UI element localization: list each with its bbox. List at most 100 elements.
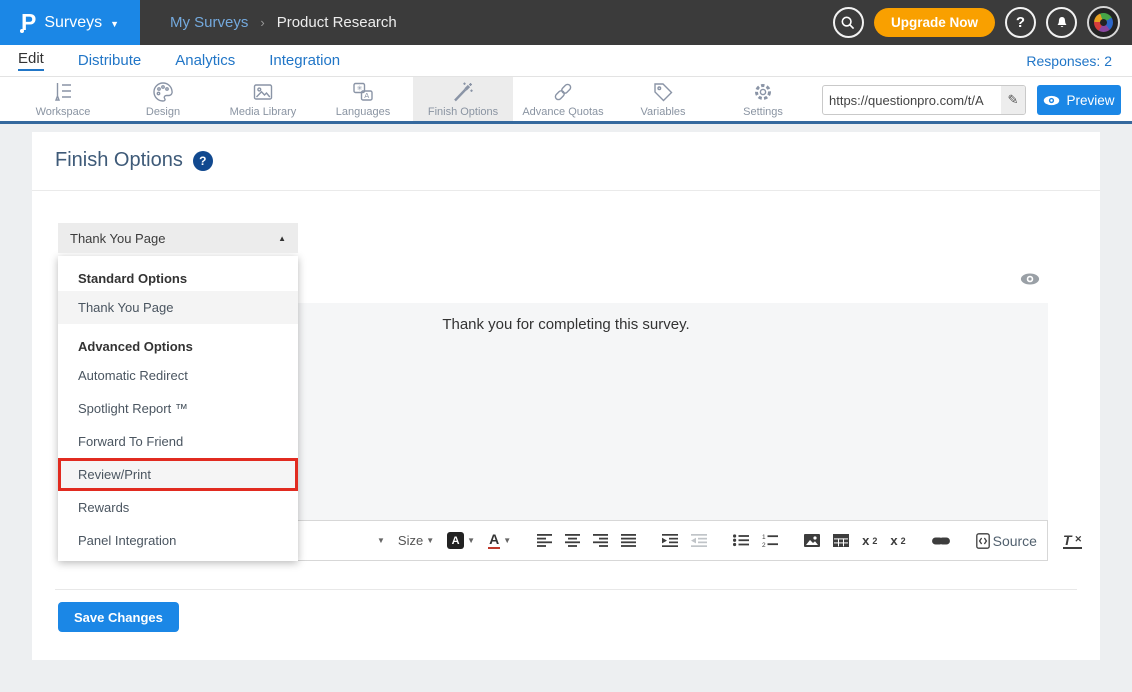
- tab-integration[interactable]: Integration: [269, 52, 340, 69]
- align-center-button[interactable]: [565, 534, 580, 547]
- ribbon-item-languages[interactable]: ✳A Languages: [313, 77, 413, 121]
- menu-item-thank-you-page[interactable]: Thank You Page: [58, 291, 298, 324]
- superscript-button[interactable]: x2: [890, 533, 905, 548]
- workspace-icon: [51, 80, 75, 104]
- align-left-button[interactable]: [537, 534, 552, 547]
- breadcrumb-current: Product Research: [277, 14, 397, 31]
- ribbon-item-variables[interactable]: Variables: [613, 77, 713, 121]
- align-right-button[interactable]: [593, 534, 608, 547]
- numbered-list-icon: 12: [762, 534, 778, 547]
- justify-button[interactable]: [621, 534, 636, 547]
- edit-ribbon: Workspace Design Media Library ✳A Langua…: [0, 77, 1132, 124]
- align-center-icon: [565, 534, 580, 547]
- eye-icon: [1043, 95, 1060, 106]
- ribbon-item-advance-quotas[interactable]: Advance Quotas: [513, 77, 613, 121]
- bullet-list-button[interactable]: [733, 534, 749, 547]
- menu-item-panel-integration[interactable]: Panel Integration: [58, 524, 298, 557]
- menu-header-advanced-options: Advanced Options: [58, 324, 298, 359]
- notifications-button[interactable]: [1046, 7, 1077, 38]
- tab-distribute[interactable]: Distribute: [78, 52, 141, 69]
- svg-text:2: 2: [762, 542, 766, 547]
- select-value: Thank You Page: [70, 231, 165, 246]
- design-palette-icon: [151, 80, 175, 104]
- indent-button[interactable]: [662, 534, 678, 547]
- menu-item-spotlight-report[interactable]: Spotlight Report ™: [58, 392, 298, 425]
- image-icon: [804, 534, 820, 547]
- tab-edit[interactable]: Edit: [18, 50, 44, 71]
- surveys-menu[interactable]: P Surveys ▼: [0, 0, 140, 45]
- menu-item-automatic-redirect[interactable]: Automatic Redirect: [58, 359, 298, 392]
- responses-count[interactable]: Responses: 2: [1026, 53, 1132, 69]
- save-changes-button[interactable]: Save Changes: [58, 602, 179, 632]
- languages-icon: ✳A: [351, 80, 375, 104]
- background-color-button[interactable]: A▼: [447, 532, 475, 549]
- breadcrumb-my-surveys[interactable]: My Surveys: [170, 14, 248, 31]
- bell-icon: [1053, 14, 1071, 32]
- upgrade-now-button[interactable]: Upgrade Now: [874, 8, 995, 37]
- footer-divider: [55, 589, 1077, 590]
- section-tabs: Edit Distribute Analytics Integration Re…: [0, 45, 1132, 77]
- tag-icon: [651, 80, 675, 104]
- link-icon: [932, 536, 950, 546]
- edit-url-pencil-icon[interactable]: ✎: [1001, 86, 1025, 114]
- ribbon-item-media-library[interactable]: Media Library: [213, 77, 313, 121]
- main-area: Finish Options ? Thank You Page ▲ Standa…: [0, 124, 1132, 691]
- align-left-icon: [537, 534, 552, 547]
- chevron-down-icon: ▼: [110, 19, 119, 29]
- align-right-icon: [593, 534, 608, 547]
- insert-table-button[interactable]: [833, 534, 849, 547]
- brand-label: Surveys: [44, 14, 102, 32]
- svg-text:✳: ✳: [357, 84, 363, 92]
- thank-you-preview-toggle[interactable]: [1020, 272, 1040, 290]
- ribbon-item-design[interactable]: Design: [113, 77, 213, 121]
- media-library-icon: [251, 80, 275, 104]
- topbar-actions: Upgrade Now ?: [833, 6, 1132, 39]
- ribbon-item-workspace[interactable]: Workspace: [13, 77, 113, 121]
- size-dropdown[interactable]: Size▼: [398, 533, 434, 548]
- menu-item-review-print[interactable]: Review/Print: [58, 458, 298, 491]
- numbered-list-button[interactable]: 12: [762, 534, 778, 547]
- text-color-icon: A: [488, 532, 500, 549]
- gear-icon: [751, 80, 775, 104]
- help-button[interactable]: ?: [1005, 7, 1036, 38]
- menu-header-standard-options: Standard Options: [58, 256, 298, 291]
- page-help-icon[interactable]: ?: [193, 151, 213, 171]
- text-color-button[interactable]: A▼: [488, 532, 511, 549]
- source-icon: [976, 533, 990, 549]
- svg-text:A: A: [364, 91, 369, 100]
- chevron-up-icon: ▲: [278, 234, 286, 243]
- ribbon-item-finish-options[interactable]: Finish Options: [413, 77, 513, 121]
- search-icon: [839, 14, 857, 32]
- header-divider: [32, 190, 1100, 191]
- finish-options-wand-icon: [451, 80, 475, 104]
- finish-options-card: Finish Options ? Thank You Page ▲ Standa…: [32, 132, 1100, 660]
- remove-format-button[interactable]: T✕: [1063, 533, 1082, 549]
- breadcrumb-separator: ›: [260, 15, 264, 30]
- survey-url-input[interactable]: [823, 93, 1001, 108]
- bullet-list-icon: [733, 534, 749, 547]
- indent-icon: [662, 534, 678, 547]
- ribbon-item-settings[interactable]: Settings: [713, 77, 813, 121]
- insert-image-button[interactable]: [804, 534, 820, 547]
- table-icon: [833, 534, 849, 547]
- questionpro-logo-icon: P: [21, 11, 36, 34]
- source-button[interactable]: Source: [976, 533, 1037, 549]
- svg-text:1: 1: [762, 534, 766, 541]
- account-avatar[interactable]: [1087, 6, 1120, 39]
- font-dropdown-caret[interactable]: ▼: [377, 536, 385, 545]
- outdent-button[interactable]: [691, 534, 707, 547]
- menu-item-forward-to-friend[interactable]: Forward To Friend: [58, 425, 298, 458]
- preview-button[interactable]: Preview: [1037, 85, 1121, 115]
- justify-icon: [621, 534, 636, 547]
- tab-analytics[interactable]: Analytics: [175, 52, 235, 69]
- menu-item-rewards[interactable]: Rewards: [58, 491, 298, 524]
- outdent-icon: [691, 534, 707, 547]
- search-button[interactable]: [833, 7, 864, 38]
- page-title: Finish Options: [55, 149, 183, 172]
- background-color-icon: A: [447, 532, 464, 549]
- finish-option-select[interactable]: Thank You Page ▲: [58, 223, 298, 253]
- subscript-button[interactable]: x2: [862, 533, 877, 548]
- eye-icon: [1020, 273, 1040, 285]
- insert-link-button[interactable]: [932, 536, 950, 546]
- top-bar: P Surveys ▼ My Surveys › Product Researc…: [0, 0, 1132, 45]
